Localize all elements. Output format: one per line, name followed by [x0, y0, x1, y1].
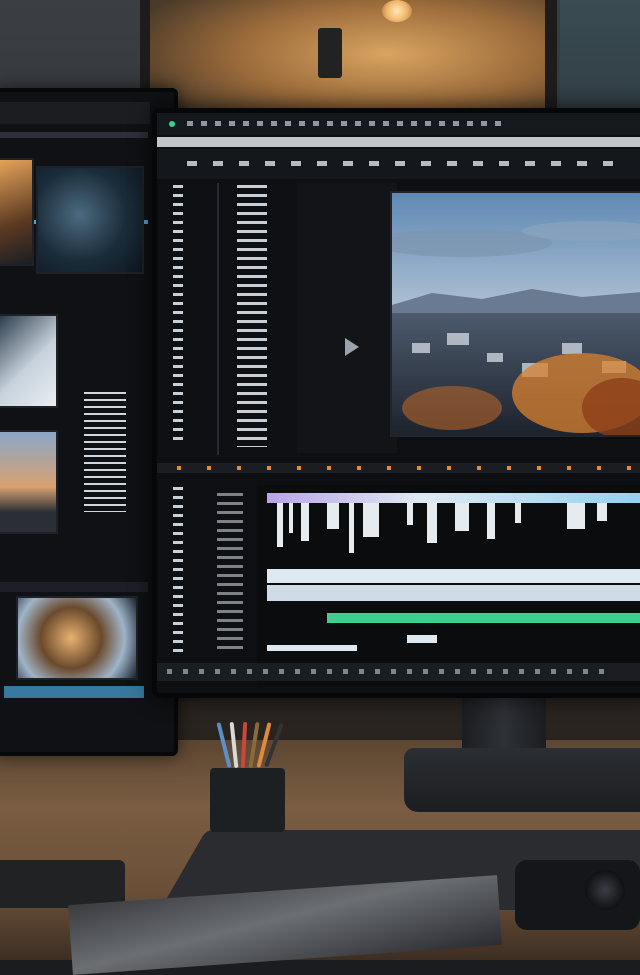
editor-menubar[interactable]	[157, 137, 640, 147]
main-monitor	[152, 108, 640, 698]
timeline-ruler[interactable]	[267, 493, 640, 503]
camera-lens	[585, 870, 625, 910]
ceiling-light	[382, 0, 412, 22]
track-controls[interactable]	[217, 493, 243, 653]
media-thumbnail[interactable]	[0, 430, 58, 534]
left-monitor-tabbar	[0, 132, 148, 138]
video-waveform[interactable]	[267, 503, 640, 563]
video-track[interactable]	[267, 569, 640, 583]
monitor-stand-base	[404, 748, 640, 812]
track-headers[interactable]	[173, 487, 183, 657]
video-track[interactable]	[267, 585, 640, 601]
timeline-markers	[177, 466, 637, 470]
desk-tray	[0, 860, 125, 908]
media-thumbnail[interactable]	[0, 314, 58, 408]
timeline-status-bar	[157, 663, 640, 681]
toolbar-icons[interactable]	[187, 121, 507, 126]
status-dot-icon	[169, 121, 175, 127]
editor-tab-strip[interactable]	[157, 149, 640, 179]
panel-column-text	[237, 185, 267, 447]
left-monitor-progress	[4, 686, 144, 698]
wall-lamp	[318, 28, 342, 78]
left-monitor-divider	[0, 582, 148, 592]
metadata-list	[84, 392, 126, 512]
media-thumbnail[interactable]	[0, 158, 34, 266]
audio-clip[interactable]	[407, 635, 437, 643]
timeline[interactable]	[257, 485, 640, 685]
program-preview[interactable]	[390, 191, 640, 437]
tab-labels	[187, 161, 627, 166]
landscape-preview-image	[392, 193, 640, 435]
editor-toolbar[interactable]	[157, 113, 640, 135]
audio-clip[interactable]	[267, 645, 357, 651]
play-icon[interactable]	[345, 338, 359, 356]
source-viewer[interactable]	[297, 183, 397, 453]
panel-column-text	[173, 185, 183, 445]
pencil-cup	[210, 768, 285, 832]
media-thumbnail[interactable]	[16, 596, 138, 680]
timeline-toolbar[interactable]	[157, 463, 640, 473]
panel-divider	[217, 183, 219, 455]
audio-track[interactable]	[327, 613, 640, 623]
status-icons[interactable]	[167, 669, 607, 674]
left-monitor-toolbar	[0, 102, 150, 124]
media-thumbnail[interactable]	[36, 166, 144, 274]
